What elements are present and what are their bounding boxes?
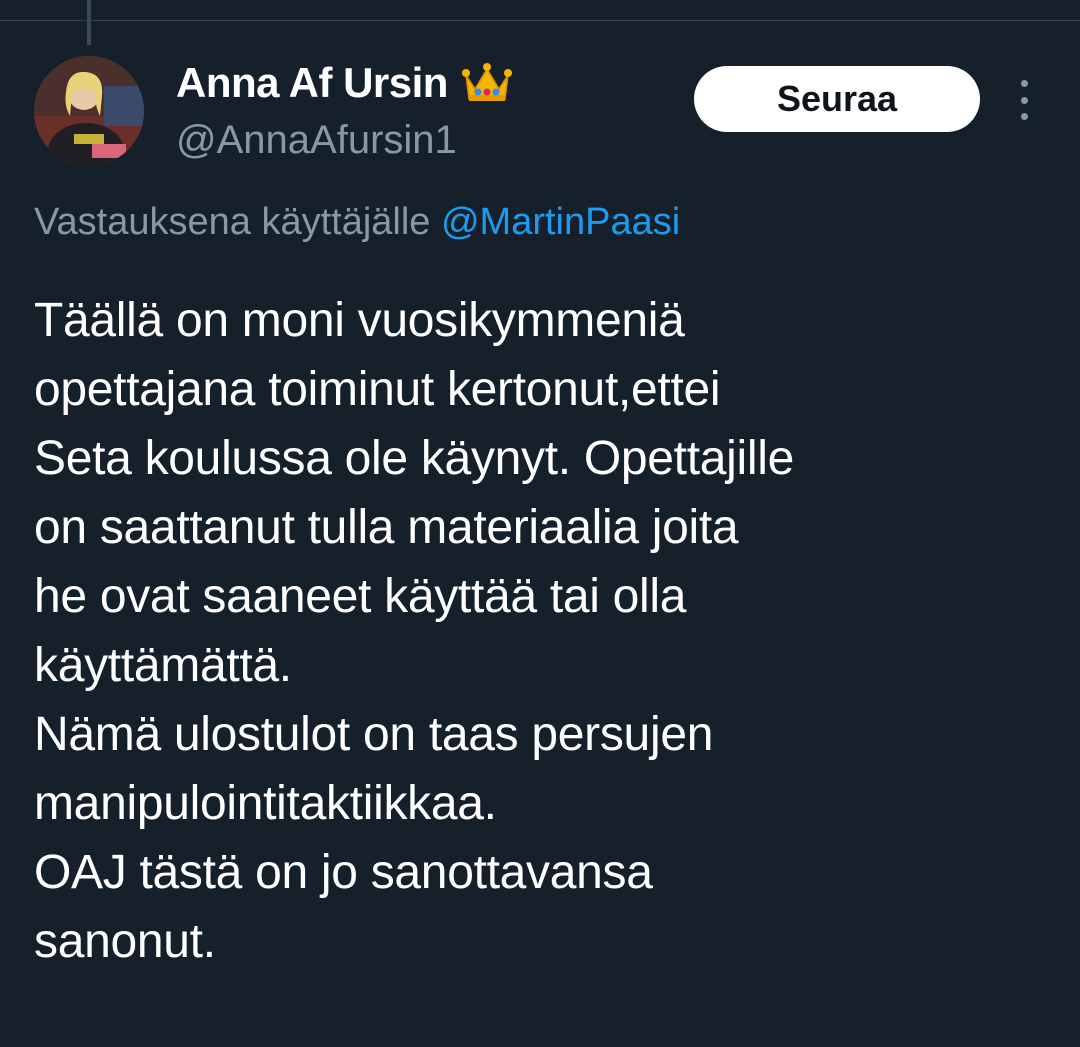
avatar[interactable] xyxy=(34,56,144,166)
reply-context-prefix: Vastauksena käyttäjälle xyxy=(34,201,431,243)
tweet-text-line: opettajana toiminut kertonut,ettei xyxy=(34,363,721,416)
tweet-text-line: Täällä on moni vuosikymmeniä xyxy=(34,294,685,347)
more-dot xyxy=(1020,80,1028,87)
more-dot xyxy=(1020,113,1028,120)
tweet-text-line: he ovat saaneet käyttää tai olla xyxy=(34,570,687,623)
author-display-name[interactable]: Anna Af Ursin xyxy=(176,59,448,107)
tweet-text-line: käyttämättä. xyxy=(34,639,292,692)
tweet-text-line: OAJ tästä on jo sanottavansa xyxy=(34,846,653,899)
thread-connector-line xyxy=(87,0,91,45)
tweet-text-line: Seta koulussa ole käynyt. Opettajille xyxy=(34,432,794,485)
tweet-text-line: on saattanut tulla materiaalia joita xyxy=(34,501,739,554)
more-dot xyxy=(1020,96,1028,104)
crown-emoji-icon xyxy=(460,61,514,105)
tweet-text-line: Nämä ulostulot on taas persujen xyxy=(34,708,714,761)
divider xyxy=(0,20,1080,21)
profile-photo-avatar xyxy=(34,56,144,166)
tweet-text-line: manipulointitaktiikkaa. xyxy=(34,777,497,830)
more-vertical-icon[interactable] xyxy=(1012,80,1036,120)
author-name-row[interactable]: Anna Af Ursin xyxy=(176,58,514,108)
tweet-detail-view: Anna Af Ursin @AnnaAfursin1 Seuraa Vasta… xyxy=(0,0,1080,1047)
reply-mention-link[interactable]: @MartinPaasi xyxy=(441,201,680,243)
reply-context: Vastauksena käyttäjälle @MartinPaasi xyxy=(34,201,680,244)
author-handle[interactable]: @AnnaAfursin1 xyxy=(176,118,457,163)
tweet-text-line: sanonut. xyxy=(34,915,216,968)
tweet-text: Täällä on moni vuosikymmeniä opettajana … xyxy=(34,286,1054,976)
follow-button[interactable]: Seuraa xyxy=(694,66,980,132)
